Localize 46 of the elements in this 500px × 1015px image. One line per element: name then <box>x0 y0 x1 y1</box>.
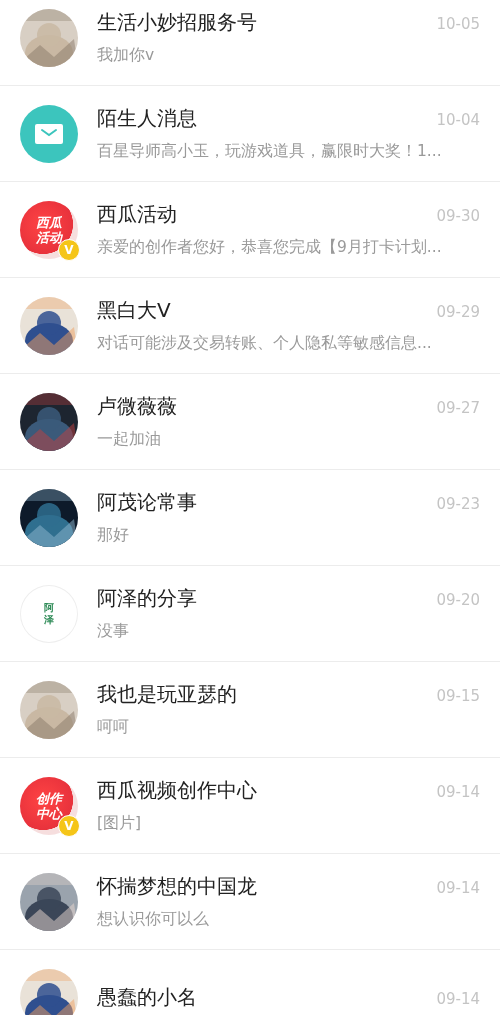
conversation-row[interactable]: 卢微薇薇 09-27 一起加油 <box>0 374 500 470</box>
conversation-row[interactable]: 怀揣梦想的中国龙 09-14 想认识你可以么 <box>0 854 500 950</box>
message-time: 09-14 <box>436 879 480 897</box>
conversation-row[interactable]: 愚蠢的小名 09-14 <box>0 950 500 1015</box>
message-preview: [图片] <box>97 813 143 834</box>
conversation-row[interactable]: 陌生人消息 10-04 百星导师高小玉，玩游戏道具，赢限时大奖！1... <box>0 86 500 182</box>
message-time: 09-20 <box>436 591 480 609</box>
avatar-text: 阿 <box>44 601 54 614</box>
contact-name: 西瓜视频创作中心 <box>97 777 257 804</box>
contact-name: 愚蠢的小名 <box>97 984 197 1011</box>
logo-text: 创作 <box>36 790 62 806</box>
message-preview: 亲爱的创作者您好，恭喜您完成【9月打卡计划... <box>97 237 443 258</box>
message-preview: 百星导师高小玉，玩游戏道具，赢限时大奖！1... <box>97 141 443 162</box>
message-time: 09-14 <box>436 783 480 801</box>
conversation-row[interactable]: 黑白大V 09-29 对话可能涉及交易转账、个人隐私等敏感信息... <box>0 278 500 374</box>
message-time: 10-04 <box>436 111 480 129</box>
contact-name: 我也是玩亚瑟的 <box>97 681 237 708</box>
message-preview: 想认识你可以么 <box>97 909 210 930</box>
message-time: 10-05 <box>436 15 480 33</box>
message-preview: 呵呵 <box>97 717 130 738</box>
message-preview: 一起加油 <box>97 429 162 450</box>
conversation-row[interactable]: 生活小妙招服务号 10-05 我加你v <box>0 0 500 86</box>
message-time: 09-23 <box>436 495 480 513</box>
contact-name: 陌生人消息 <box>97 105 197 132</box>
contact-name: 怀揣梦想的中国龙 <box>97 873 257 900</box>
contact-name: 黑白大V <box>97 297 171 324</box>
envelope-icon <box>35 123 63 144</box>
contact-name: 卢微薇薇 <box>97 393 177 420</box>
conversation-row[interactable]: 阿茂论常事 09-23 那好 <box>0 470 500 566</box>
contact-name: 西瓜活动 <box>97 201 177 228</box>
message-preview: 对话可能涉及交易转账、个人隐私等敏感信息... <box>97 333 433 354</box>
message-time: 09-15 <box>436 687 480 705</box>
message-preview: 没事 <box>97 621 130 642</box>
message-preview: 我加你v <box>97 45 156 66</box>
contact-name: 阿泽的分享 <box>97 585 197 612</box>
conversation-row[interactable]: 阿 泽 阿泽的分享 09-20 没事 <box>0 566 500 662</box>
message-time: 09-29 <box>436 303 480 321</box>
avatar-text: 泽 <box>44 613 54 626</box>
message-time: 09-27 <box>436 399 480 417</box>
message-time: 09-14 <box>436 990 480 1008</box>
conversation-row[interactable]: 我也是玩亚瑟的 09-15 呵呵 <box>0 662 500 758</box>
contact-name: 阿茂论常事 <box>97 489 197 516</box>
message-preview: 那好 <box>97 525 130 546</box>
contact-name: 生活小妙招服务号 <box>97 9 257 36</box>
message-time: 09-30 <box>436 207 480 225</box>
logo-text: 西瓜 <box>36 214 62 230</box>
